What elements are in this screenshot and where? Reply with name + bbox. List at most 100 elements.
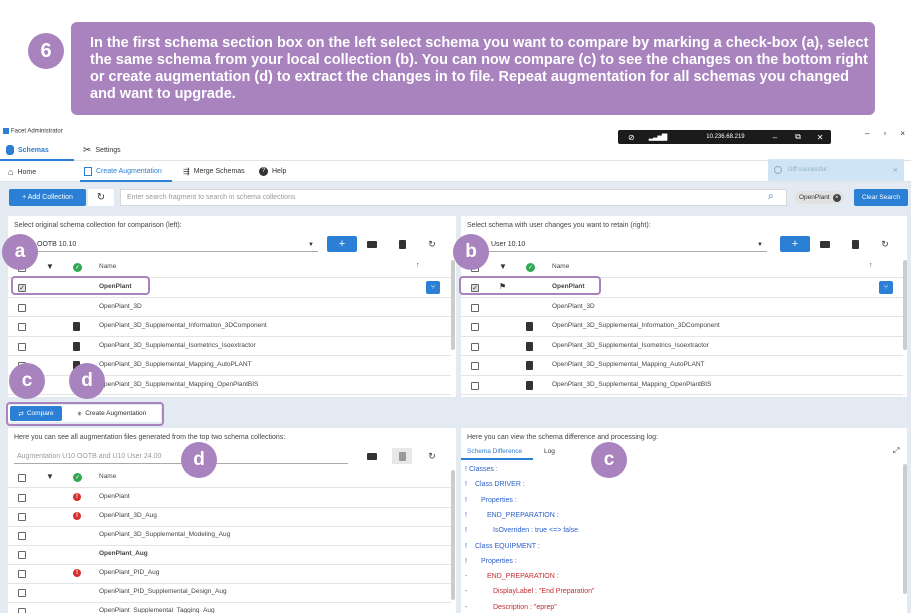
table-row[interactable]: OpenPlant_3D_Supplemental_Isometrics_Iso… [461, 337, 903, 356]
toast-close-button[interactable]: × [893, 165, 898, 175]
right-grid-scrollbar[interactable] [903, 260, 907, 350]
row-checkbox[interactable] [18, 570, 26, 578]
add-schema-button[interactable]: + [780, 236, 810, 252]
sort-asc-icon[interactable]: ↑ [869, 262, 873, 269]
table-row[interactable]: OpenPlant_3D_Supplemental_Isometrics_Iso… [8, 337, 451, 356]
row-checkbox[interactable] [471, 362, 479, 370]
nav-home[interactable]: ⌂ Home [8, 167, 36, 177]
row-checkbox[interactable] [471, 323, 479, 331]
folder-button[interactable] [815, 236, 835, 252]
right-collection-value: User 10.10 [491, 241, 526, 248]
table-row[interactable]: ! OpenPlant [8, 488, 451, 508]
schema-name: OpenPlant_3D_Supplemental_Isometrics_Iso… [99, 341, 256, 349]
trash-icon [398, 239, 406, 249]
row-checkbox[interactable] [18, 513, 26, 521]
folder-button[interactable] [362, 236, 382, 252]
database-icon [6, 145, 14, 155]
plus-icon: + [791, 238, 799, 250]
maximize-window-button[interactable]: ▫ [883, 129, 886, 138]
row-checkbox[interactable] [18, 323, 26, 331]
name-column-header: Name [99, 263, 117, 270]
table-row[interactable]: ! OpenPlant_3D_Aug [8, 507, 451, 527]
document-icon [526, 341, 533, 351]
select-all-checkbox[interactable] [18, 474, 26, 482]
add-schema-button[interactable]: + [327, 236, 357, 252]
row-checkbox[interactable] [471, 342, 479, 351]
annotation-b: b [453, 234, 489, 270]
table-row[interactable]: OpenPlant_3D_Supplemental_Mapping_OpenPl… [461, 376, 903, 395]
row-checkbox[interactable] [18, 532, 26, 540]
table-row[interactable]: OpenPlant_3D_Supplemental_Modeling_Aug [8, 526, 451, 546]
row-checkbox[interactable] [18, 589, 26, 597]
diff-panel: Here you can view the schema difference … [461, 428, 907, 613]
refresh-button[interactable]: ↻ [422, 448, 442, 464]
diff-text: END_PREPARATION : [487, 573, 559, 581]
left-grid-scrollbar[interactable] [451, 260, 455, 350]
sort-asc-icon[interactable]: ↑ [416, 262, 420, 269]
delete-button[interactable] [845, 236, 865, 252]
nav-merge-schemas[interactable]: ⇶ Merge Schemas [183, 167, 245, 176]
row-checkbox[interactable] [18, 551, 26, 559]
row-checkbox[interactable] [471, 303, 479, 312]
row-checkbox[interactable] [471, 381, 479, 390]
schema-name: OpenPlant_3D [99, 302, 142, 310]
augmentation-grid: ▼ ✓ Name ! OpenPlant! OpenPlant_3D_Aug Open… [8, 468, 451, 613]
diff-scrollbar[interactable] [903, 464, 907, 594]
annotation-a: a [2, 234, 38, 270]
row-action-button[interactable]: ⑂ [426, 281, 440, 294]
home-icon: ⌂ [8, 167, 14, 177]
document-icon [73, 322, 80, 331]
error-icon: ! [73, 569, 81, 577]
tab-settings[interactable]: ✂ Settings [83, 145, 121, 156]
diff-text: Description : "eprep" [493, 603, 557, 611]
augmentation-name: OpenPlant_PID_Supplemental_Design_Aug [99, 588, 227, 595]
table-row[interactable]: ! OpenPlant_PID_Aug [8, 564, 451, 584]
table-row[interactable]: OpenPlant_Supplemental_Tagging_Aug [8, 602, 451, 613]
filter-icon[interactable]: ▼ [46, 472, 54, 481]
refresh-button[interactable]: ↻ [875, 236, 895, 252]
grid-header: ▼ ✓ Name [8, 468, 451, 488]
minimize-window-button[interactable]: – [865, 129, 869, 138]
filter-icon[interactable]: ▼ [499, 262, 507, 271]
diff-line: ! Properties : [465, 558, 517, 565]
refresh-button[interactable]: ↻ [422, 236, 442, 252]
chip-remove-icon[interactable]: × [832, 193, 841, 202]
table-row[interactable]: OpenPlant_3D_Supplemental_Mapping_AutoPL… [461, 356, 903, 376]
search-input[interactable]: Enter search fragment to search in schem… [120, 189, 787, 206]
tab-schemas[interactable]: Schemas [6, 145, 49, 155]
right-collection-select[interactable]: User 10.10 ▼ [467, 238, 767, 252]
augmentation-grid-scrollbar[interactable] [451, 470, 455, 600]
diff-text: Class EQUIPMENT : [475, 542, 540, 550]
nav-help[interactable]: ? Help [259, 167, 286, 176]
expand-icon[interactable]: ⤢ [893, 446, 899, 456]
table-row[interactable]: OpenPlant_3D [8, 298, 451, 317]
row-checkbox[interactable] [18, 342, 26, 351]
annotation-d-create: d [69, 363, 105, 399]
nav-create-augmentation[interactable]: Create Augmentation [84, 167, 162, 176]
delete-button[interactable] [392, 236, 412, 252]
left-collection-select[interactable]: OOTB 10.10 ▼ [14, 238, 318, 252]
folder-button[interactable] [362, 448, 382, 464]
diff-line: - DisplayLabel : "End Preparation" [465, 588, 594, 595]
plus-icon: + [338, 238, 346, 250]
filter-chip[interactable]: OpenPlant × [794, 191, 844, 204]
filter-icon[interactable]: ▼ [46, 262, 54, 271]
search-icon[interactable]: ⌕ [768, 191, 774, 202]
folder-icon [820, 240, 830, 248]
tab-log[interactable]: Log [544, 448, 555, 455]
add-collection-button[interactable]: + Add Collection [9, 189, 86, 206]
table-row[interactable]: OpenPlant_3D_Supplemental_Information_3D… [461, 317, 903, 337]
table-row[interactable]: OpenPlant_PID_Supplemental_Design_Aug [8, 583, 451, 603]
row-action-button[interactable]: ⑂ [879, 281, 893, 294]
table-row[interactable]: OpenPlant_3D [461, 298, 903, 317]
tab-schema-difference[interactable]: Schema Difference [467, 448, 522, 455]
clear-search-button[interactable]: Clear Search [854, 189, 908, 206]
row-checkbox[interactable] [18, 608, 26, 613]
delete-button[interactable] [392, 448, 412, 464]
refresh-collections-button[interactable]: ↻ [88, 189, 114, 206]
row-checkbox[interactable] [18, 494, 26, 502]
table-row[interactable]: OpenPlant_Aug [8, 545, 451, 565]
table-row[interactable]: OpenPlant_3D_Supplemental_Information_3D… [8, 317, 451, 337]
close-window-button[interactable]: × [900, 129, 905, 138]
row-checkbox[interactable] [18, 303, 26, 312]
